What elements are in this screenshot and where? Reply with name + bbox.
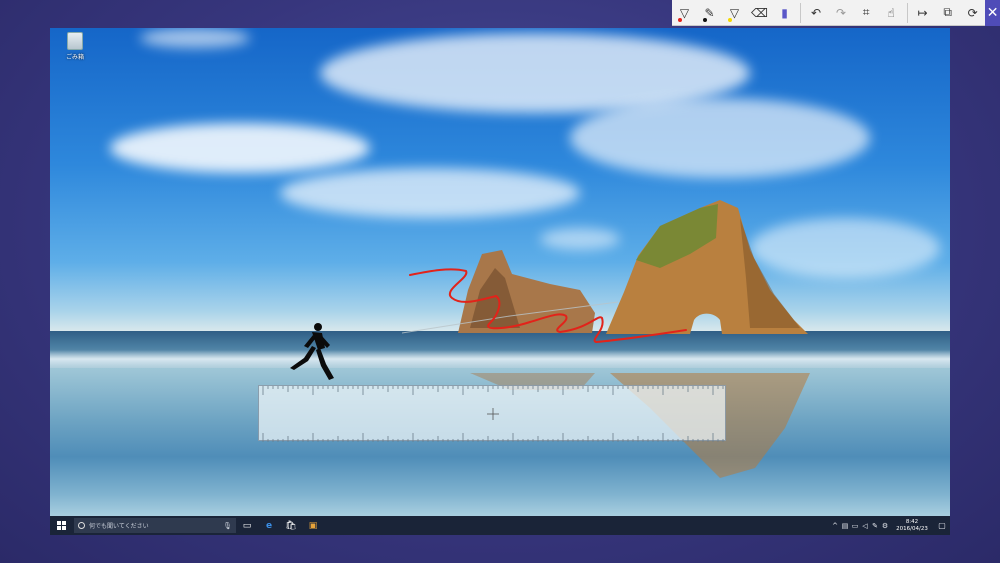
media-app-button[interactable]: ▣ [302, 516, 324, 535]
windows-logo-icon [56, 521, 66, 530]
highlighter-icon: ▽ [729, 5, 740, 20]
task-view-icon: ▭ [242, 520, 252, 531]
runner-silhouette [290, 323, 334, 380]
toolbar-divider [906, 2, 908, 23]
start-button[interactable] [50, 516, 72, 535]
media-app-icon: ▣ [308, 520, 318, 531]
desktop-wallpaper: ごみ箱 [50, 28, 950, 516]
search-box[interactable]: 何でも聞いてください 🎙 [74, 518, 236, 533]
ballpoint-pen-button[interactable]: ▽ [672, 0, 697, 26]
battery-icon[interactable]: ▭ [850, 522, 860, 530]
copy-button[interactable]: ⧉ [935, 0, 960, 26]
edge-browser-button[interactable]: e [258, 516, 280, 535]
microphone-icon[interactable]: 🎙 [223, 522, 232, 530]
ruler-icon: ▮ [781, 5, 788, 20]
share-icon: ⟳ [967, 5, 978, 20]
action-center-icon[interactable]: ▢ [934, 521, 950, 530]
edge-icon: e [265, 520, 273, 531]
redo-icon: ↷ [836, 5, 847, 20]
show-hidden-icons-icon[interactable]: ^ [830, 522, 840, 530]
store-icon: 🛍 [285, 520, 297, 531]
network-icon[interactable]: ▤ [840, 522, 850, 530]
undo-button[interactable]: ↶ [804, 0, 829, 26]
redo-button[interactable]: ↷ [829, 0, 854, 26]
clock-date: 2016/04/23 [896, 525, 928, 532]
taskbar: 何でも聞いてください 🎙 ▭ e 🛍 ▣ ^ ▤ ▭ ◁ ✎ ⚙ 8:42 20… [50, 516, 950, 535]
store-button[interactable]: 🛍 [280, 516, 302, 535]
pan-button[interactable]: ↦ [910, 0, 935, 26]
undo-icon: ↶ [811, 5, 822, 20]
touch-writing-icon: ☝ [887, 5, 895, 20]
ink-workspace-toolbar: ▽ ✎ ▽ ⌫ ▮ ↶ ↷ ⌗ ☝ ↦ ⧉ ⟳ ✕ [672, 0, 1000, 26]
share-button[interactable]: ⟳ [960, 0, 985, 26]
right-rock-shade [740, 218, 800, 328]
copy-icon: ⧉ [943, 5, 952, 19]
crop-icon: ⌗ [862, 5, 870, 19]
cortana-icon [78, 522, 85, 529]
ruler-tool[interactable] [258, 385, 726, 442]
volume-icon[interactable]: ◁ [860, 522, 870, 530]
red-color-dot [678, 17, 682, 22]
ruler-ticks [262, 386, 724, 442]
crop-button[interactable]: ⌗ [854, 0, 879, 26]
ruler-button[interactable]: ▮ [772, 0, 797, 26]
recycle-bin-icon [67, 32, 83, 50]
highlighter-button[interactable]: ▽ [722, 0, 747, 26]
pan-icon: ↦ [917, 5, 928, 20]
black-color-dot [703, 17, 707, 22]
task-view-button[interactable]: ▭ [236, 516, 258, 535]
toolbar-divider [800, 2, 801, 23]
ink-workspace-icon[interactable]: ✎ [870, 522, 880, 530]
input-method-icon[interactable]: ⚙ [880, 522, 890, 530]
eraser-button[interactable]: ⌫ [747, 0, 772, 26]
close-button[interactable]: ✕ [985, 0, 1000, 26]
eraser-icon: ⌫ [751, 5, 768, 20]
ballpoint-pen-icon: ▽ [679, 5, 690, 20]
clock[interactable]: 8:42 2016/04/23 [896, 519, 928, 533]
touch-writing-button[interactable]: ☝ [879, 0, 904, 26]
close-icon: ✕ [986, 4, 999, 21]
recycle-bin[interactable]: ごみ箱 [64, 32, 86, 66]
clock-time: 8:42 [905, 518, 919, 525]
system-tray: ^ ▤ ▭ ◁ ✎ ⚙ 8:42 2016/04/23 ▢ [830, 516, 950, 535]
recycle-bin-label: ごみ箱 [65, 54, 84, 61]
search-placeholder: 何でも聞いてください [89, 523, 149, 530]
yellow-color-dot [728, 17, 732, 22]
scene-drawing [290, 200, 810, 478]
pencil-button[interactable]: ✎ [697, 0, 722, 26]
